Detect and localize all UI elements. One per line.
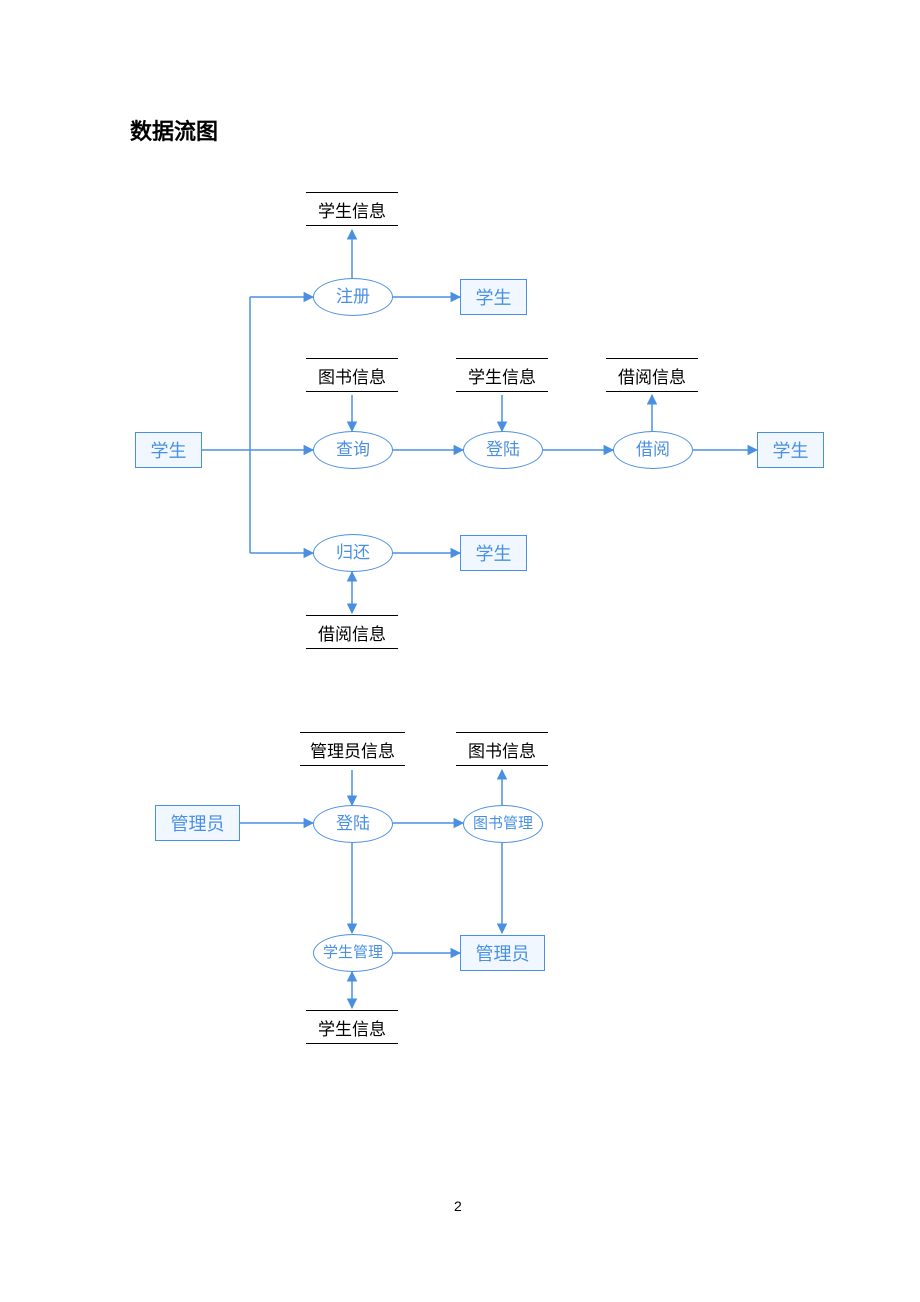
process-login-d2: 登陆 xyxy=(313,805,393,843)
process-student-mgmt: 学生管理 xyxy=(313,934,393,972)
datastore-book-info-d1: 图书信息 xyxy=(306,358,398,392)
datastore-borrow-info-bottom: 借阅信息 xyxy=(306,615,398,649)
process-query: 查询 xyxy=(313,431,393,469)
entity-student-return-out: 学生 xyxy=(460,535,527,571)
datastore-student-info-mid: 学生信息 xyxy=(456,358,548,392)
process-book-mgmt: 图书管理 xyxy=(463,805,543,843)
entity-admin-left: 管理员 xyxy=(155,805,240,841)
process-login-d1: 登陆 xyxy=(463,431,543,469)
process-return: 归还 xyxy=(313,534,393,572)
datastore-borrow-info-top: 借阅信息 xyxy=(606,358,698,392)
entity-student-borrow-out: 学生 xyxy=(757,432,824,468)
page-title: 数据流图 xyxy=(130,114,218,146)
entity-student-left: 学生 xyxy=(135,432,202,468)
process-register: 注册 xyxy=(313,278,393,316)
entity-admin-right: 管理员 xyxy=(460,935,545,971)
datastore-student-info-d2: 学生信息 xyxy=(306,1010,398,1044)
datastore-book-info-d2: 图书信息 xyxy=(456,732,548,766)
datastore-admin-info: 管理员信息 xyxy=(300,732,405,766)
process-borrow: 借阅 xyxy=(613,431,693,469)
page-number: 2 xyxy=(454,1198,462,1214)
entity-student-reg-out: 学生 xyxy=(460,279,527,315)
flow-arrows xyxy=(0,0,920,1302)
datastore-student-info-top: 学生信息 xyxy=(306,192,398,226)
